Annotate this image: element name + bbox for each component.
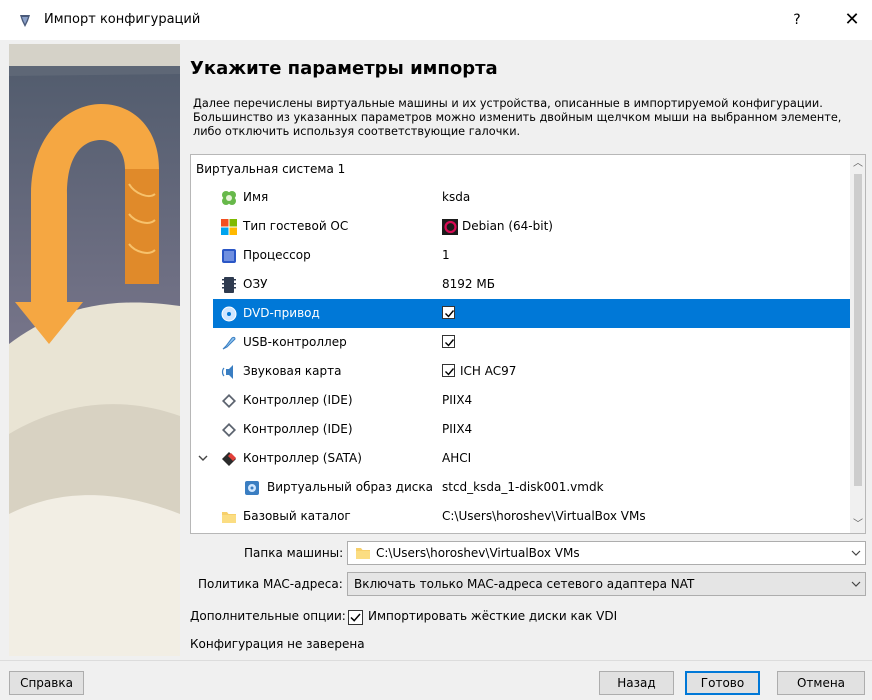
- os-type-icon: [221, 219, 237, 235]
- tree-row-sound[interactable]: Звуковая карта ICH AC97: [191, 357, 850, 386]
- folder-icon: [356, 548, 370, 559]
- tree-row-disk-image[interactable]: Виртуальный образ диска stcd_ksda_1-disk…: [191, 473, 850, 502]
- tree-row-base-folder[interactable]: Базовый каталог C:\Users\horoshev\Virtua…: [191, 502, 850, 531]
- machine-folder-combo[interactable]: C:\Users\horoshev\VirtualBox VMs: [347, 541, 866, 565]
- tree-row-cpu[interactable]: Процессор 1: [191, 241, 850, 270]
- help-button[interactable]: ?: [786, 9, 808, 31]
- appliance-settings-tree[interactable]: Виртуальная система 1 Имя ksda Тип госте…: [190, 154, 866, 534]
- tree-row-sata[interactable]: Контроллер (SATA) AHCI: [191, 444, 850, 473]
- tree-row-label: Базовый каталог: [243, 509, 351, 523]
- sound-card-value: ICH AC97: [460, 364, 517, 378]
- tree-scrollbar[interactable]: ︿ ﹀: [850, 155, 865, 533]
- tree-row-label: Виртуальный образ диска: [267, 480, 433, 494]
- tree-row-label: Контроллер (SATA): [243, 451, 362, 465]
- tree-row-ide-1[interactable]: Контроллер (IDE) PIIX4: [191, 386, 850, 415]
- system-label: Виртуальная система 1: [196, 162, 346, 176]
- tree-row-label: Контроллер (IDE): [243, 422, 353, 436]
- page-description: Далее перечислены виртуальные машины и и…: [193, 97, 842, 138]
- tree-row-usb[interactable]: USB-контроллер: [191, 328, 850, 357]
- virtualbox-icon: [20, 15, 30, 27]
- machine-folder-label: Папка машины:: [244, 546, 344, 560]
- tree-row-label: USB-контроллер: [243, 335, 347, 349]
- tree-row-label: DVD-привод: [243, 306, 320, 320]
- sata-controller-icon: [222, 452, 236, 466]
- cancel-button[interactable]: Отмена: [777, 671, 865, 695]
- machine-folder-value: C:\Users\horoshev\VirtualBox VMs: [376, 546, 580, 560]
- tree-row-value: PIIX4: [442, 393, 473, 407]
- tree-row-value: AHCI: [442, 451, 472, 465]
- usb-icon: [222, 336, 236, 350]
- tree-row-system[interactable]: Виртуальная система 1: [191, 155, 850, 184]
- mac-policy-label: Политика MAC-адреса:: [198, 577, 343, 591]
- tree-row-label: Имя: [243, 190, 269, 204]
- chevron-down-icon: [851, 550, 861, 556]
- tree-row-value: ksda: [442, 190, 471, 204]
- finish-button[interactable]: Готово: [685, 671, 760, 695]
- name-tag-icon: [222, 191, 236, 205]
- tree-row-value: Debian (64-bit): [462, 219, 553, 233]
- mac-policy-combo[interactable]: Включать только MAC-адреса сетевого адап…: [347, 572, 866, 596]
- ide-controller-icon: [222, 394, 236, 408]
- chevron-down-icon[interactable]: [198, 453, 208, 463]
- mac-policy-value: Включать только MAC-адреса сетевого адап…: [354, 577, 695, 591]
- sound-card-icon: [221, 365, 233, 379]
- signature-status: Конфигурация не заверена: [190, 637, 365, 651]
- window-title: Импорт конфигураций: [44, 12, 201, 27]
- wizard-illustration: [9, 44, 180, 656]
- extra-options-label: Дополнительные опции:: [190, 609, 346, 623]
- sound-checkbox[interactable]: [442, 364, 455, 377]
- tree-row-os-type[interactable]: Тип гостевой ОС Debian (64-bit): [191, 212, 850, 241]
- tree-row-dvd[interactable]: DVD-привод: [191, 299, 850, 328]
- debian-icon: [442, 219, 458, 235]
- tree-row-ram[interactable]: ОЗУ 8192 МБ: [191, 270, 850, 299]
- tree-row-label: Контроллер (IDE): [243, 393, 353, 407]
- tree-row-value: [442, 299, 460, 328]
- tree-row-label: Звуковая карта: [243, 364, 342, 378]
- folder-icon: [222, 512, 236, 523]
- dvd-checkbox[interactable]: [442, 306, 455, 319]
- tree-row-value: ICH AC97: [442, 357, 516, 386]
- import-vdi-checkbox[interactable]: [348, 610, 363, 625]
- tree-row-value: C:\Users\horoshev\VirtualBox VMs: [442, 509, 646, 523]
- import-vdi-label[interactable]: Импортировать жёсткие диски как VDI: [368, 609, 617, 623]
- ide-controller-icon: [222, 423, 236, 437]
- tree-row-ide-2[interactable]: Контроллер (IDE) PIIX4: [191, 415, 850, 444]
- title-bar: Импорт конфигураций ? ✕: [0, 0, 872, 40]
- tree-row-label: Тип гостевой ОС: [243, 219, 349, 233]
- tree-row-value: 8192 МБ: [442, 277, 495, 291]
- tree-row-name[interactable]: Имя ksda: [191, 183, 850, 212]
- help-dialog-button[interactable]: Справка: [9, 671, 84, 695]
- page-heading: Укажите параметры импорта: [190, 58, 498, 79]
- usb-checkbox[interactable]: [442, 335, 455, 348]
- tree-row-value: stcd_ksda_1-disk001.vmdk: [442, 480, 604, 494]
- chevron-down-icon: [851, 581, 861, 587]
- close-button[interactable]: ✕: [840, 8, 864, 32]
- disk-image-icon: [245, 481, 259, 495]
- back-button[interactable]: Назад: [599, 671, 674, 695]
- cpu-icon: [222, 249, 236, 263]
- tree-row-label: ОЗУ: [243, 277, 268, 291]
- scrollbar-thumb[interactable]: [854, 174, 862, 486]
- tree-row-value: [442, 328, 460, 357]
- ram-icon: [222, 277, 236, 293]
- tree-row-value: PIIX4: [442, 422, 473, 436]
- scroll-up-icon[interactable]: ︿: [850, 155, 865, 172]
- scroll-down-icon[interactable]: ﹀: [850, 516, 865, 533]
- dialog-footer: Справка Назад Готово Отмена: [0, 660, 872, 700]
- tree-row-value: 1: [442, 248, 450, 262]
- tree-row-label: Процессор: [243, 248, 311, 262]
- dvd-icon: [221, 306, 237, 322]
